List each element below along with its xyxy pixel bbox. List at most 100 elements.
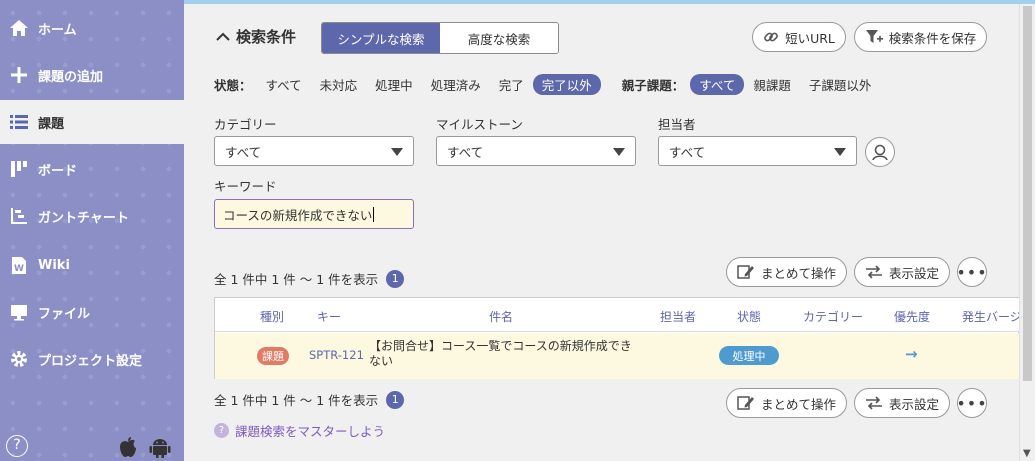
parent-option-not-child[interactable]: 子課題以外 xyxy=(809,75,872,94)
chevron-down-icon xyxy=(391,148,403,156)
board-icon xyxy=(0,160,38,178)
bulk-operation-button[interactable]: まとめて操作 xyxy=(726,257,847,287)
sidebar-item-label: プロジェクト設定 xyxy=(38,353,143,369)
sidebar-item-label: ファイル xyxy=(38,306,91,322)
user-icon xyxy=(872,144,888,161)
chevron-up-icon xyxy=(216,32,230,41)
status-option-not-closed[interactable]: 完了以外 xyxy=(532,73,601,95)
sidebar-item-issues[interactable]: 課題 xyxy=(0,100,184,144)
assign-to-me-button[interactable] xyxy=(865,137,895,167)
android-icon[interactable] xyxy=(149,436,171,461)
issue-key-link[interactable]: SPTR-121 xyxy=(309,348,364,362)
more-options-button-bottom[interactable]: ••• xyxy=(956,388,987,418)
keyword-label: キーワード xyxy=(214,179,277,194)
tab-advanced-search[interactable]: 高度な検索 xyxy=(440,23,558,53)
assignee-select[interactable]: すべて xyxy=(658,136,857,166)
search-mode-tabs: シンプルな検索 高度な検索 xyxy=(321,22,559,54)
link-icon xyxy=(764,32,778,42)
sidebar: ホーム 課題の追加 課題 ボード ガントチャート W Wiki ファイル プロジ… xyxy=(0,0,184,461)
search-title: 検索条件 xyxy=(236,28,297,46)
column-priority[interactable]: 優先度 xyxy=(894,308,930,325)
column-key[interactable]: キー xyxy=(317,308,341,325)
scroll-down-arrow-icon[interactable]: ▼ xyxy=(1023,448,1031,459)
parent-option-all[interactable]: すべて xyxy=(690,73,745,95)
results-count-bottom: 全 1 件中 1 件 〜 1 件を表示 1 xyxy=(214,390,405,409)
sidebar-item-label: ガントチャート xyxy=(38,210,129,226)
column-status[interactable]: 状態 xyxy=(737,308,761,325)
svg-text:W: W xyxy=(14,264,24,274)
gantt-icon xyxy=(0,207,38,225)
sidebar-item-label: Wiki xyxy=(38,257,70,273)
status-filter: 状態： すべて 未対応 処理中 処理済み 完了 完了以外 親子課題： すべて 親… xyxy=(214,73,889,95)
sidebar-item-board[interactable]: ボード xyxy=(0,147,184,191)
home-icon xyxy=(0,19,38,37)
status-option-closed[interactable]: 完了 xyxy=(499,75,524,94)
milestone-select[interactable]: すべて xyxy=(436,136,636,166)
milestone-label: マイルストーン xyxy=(436,117,523,132)
save-search-button[interactable]: 検索条件を保存 xyxy=(854,22,987,52)
list-icon xyxy=(0,114,38,130)
sidebar-item-project-settings[interactable]: プロジェクト設定 xyxy=(0,337,184,381)
type-badge: 課題 xyxy=(257,347,289,365)
status-badge: 処理中 xyxy=(719,346,779,365)
status-option-in-progress[interactable]: 処理中 xyxy=(375,75,413,94)
column-type[interactable]: 種別 xyxy=(260,308,284,325)
status-label: 状態： xyxy=(214,77,252,93)
sidebar-item-label: ボード xyxy=(38,163,78,179)
swap-icon xyxy=(865,396,882,410)
sidebar-item-home[interactable]: ホーム xyxy=(0,6,184,50)
table-row[interactable]: 課題 SPTR-121 【お問合せ】コース一覧でコースの新規作成できない 処理中… xyxy=(215,333,1020,379)
keyword-input[interactable]: コースの新規作成できない xyxy=(214,199,414,229)
category-label: カテゴリー xyxy=(214,117,277,132)
column-subject[interactable]: 件名 xyxy=(489,308,513,325)
sidebar-item-label: 課題 xyxy=(38,116,65,132)
sidebar-item-add-issue[interactable]: 課題の追加 xyxy=(0,53,184,97)
question-icon: ? xyxy=(214,423,229,438)
display-settings-button[interactable]: 表示設定 xyxy=(854,257,950,287)
parent-child-label: 親子課題： xyxy=(621,77,685,93)
help-button[interactable]: ? xyxy=(6,435,28,457)
sidebar-item-files[interactable]: ファイル xyxy=(0,290,184,334)
page-badge[interactable]: 1 xyxy=(386,269,405,288)
plus-icon xyxy=(0,66,38,84)
display-settings-button-bottom[interactable]: 表示設定 xyxy=(854,388,950,418)
issue-subject-link[interactable]: 【お問合せ】コース一覧でコースの新規作成できない xyxy=(369,339,635,369)
status-option-all[interactable]: すべて xyxy=(266,75,302,94)
bulk-operation-button-bottom[interactable]: まとめて操作 xyxy=(726,388,847,418)
sidebar-item-wiki[interactable]: W Wiki xyxy=(0,243,184,287)
column-category[interactable]: カテゴリー xyxy=(803,308,863,325)
results-count: 全 1 件中 1 件 〜 1 件を表示 1 xyxy=(214,269,405,288)
wiki-icon: W xyxy=(0,256,38,275)
vertical-scrollbar[interactable]: ▼ xyxy=(1019,4,1035,461)
gear-icon xyxy=(0,350,38,368)
swap-icon xyxy=(865,265,882,279)
more-options-button[interactable]: ••• xyxy=(956,257,987,287)
chevron-down-icon xyxy=(613,148,625,156)
scrollbar-thumb[interactable] xyxy=(1023,6,1032,381)
sidebar-item-gantt[interactable]: ガントチャート xyxy=(0,194,184,238)
search-help-link[interactable]: ? 課題検索をマスターしよう xyxy=(214,421,385,440)
search-conditions-toggle[interactable]: 検索条件 xyxy=(216,26,296,47)
file-icon xyxy=(0,303,38,321)
status-option-open[interactable]: 未対応 xyxy=(320,75,358,94)
apple-icon[interactable] xyxy=(118,436,138,461)
sidebar-item-label: 課題の追加 xyxy=(38,69,104,85)
edit-icon xyxy=(737,396,754,410)
column-version[interactable]: 発生バージ xyxy=(962,308,1020,325)
page-badge[interactable]: 1 xyxy=(386,390,405,409)
table-header: 種別 キー 件名 担当者 状態 カテゴリー 優先度 発生バージ xyxy=(215,298,1020,332)
text-caret xyxy=(373,206,375,222)
parent-option-parent[interactable]: 親課題 xyxy=(753,75,791,94)
short-url-button[interactable]: 短いURL xyxy=(752,22,846,52)
priority-arrow-icon: → xyxy=(905,345,918,363)
sidebar-item-label: ホーム xyxy=(38,22,77,38)
edit-icon xyxy=(737,265,754,279)
issues-table: 種別 キー 件名 担当者 状態 カテゴリー 優先度 発生バージ 課題 SPTR-… xyxy=(214,297,1020,379)
main-content: 検索条件 シンプルな検索 高度な検索 短いURL 検索条件を保存 状態： すべて… xyxy=(184,4,1020,461)
chevron-down-icon xyxy=(834,148,846,156)
tab-simple-search[interactable]: シンプルな検索 xyxy=(322,23,440,53)
category-select[interactable]: すべて xyxy=(214,136,414,166)
filter-save-icon xyxy=(865,30,883,43)
status-option-resolved[interactable]: 処理済み xyxy=(431,75,481,94)
column-assignee[interactable]: 担当者 xyxy=(660,308,696,325)
